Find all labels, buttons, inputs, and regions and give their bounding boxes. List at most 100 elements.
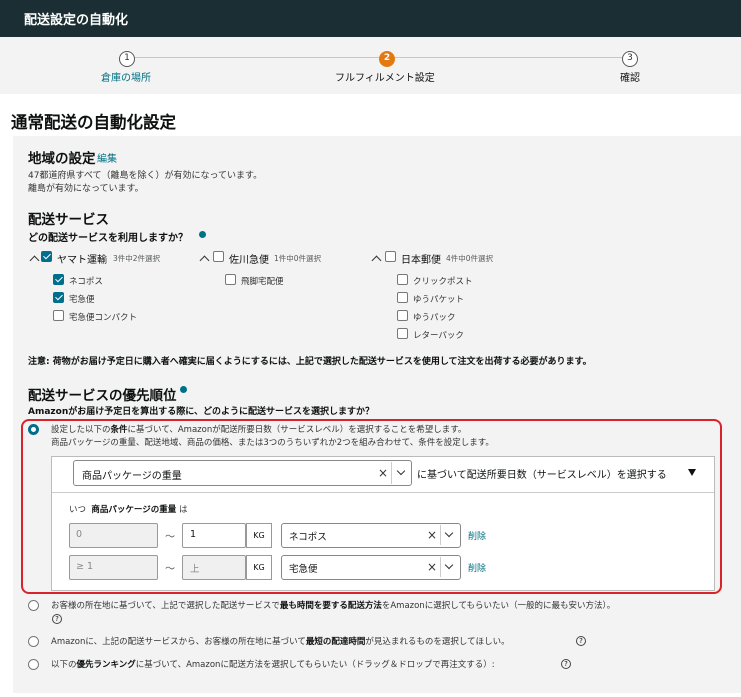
option-condition-text-a: 設定した以下の	[51, 425, 111, 435]
tilde: ～	[165, 564, 175, 575]
when-c: は	[178, 505, 188, 515]
delete-link[interactable]: 削除	[468, 529, 486, 542]
option-condition-subtext: 商品パッケージの重量、配送地域、商品の価格、または3つのうちいずれか2つを組み合…	[51, 438, 494, 448]
opt4-c: に基づいて、Amazonに配送方法を選択してもらいたい（ドラッグ＆ドロップで再注…	[135, 660, 495, 670]
region-line-2: 離島が有効になっています。	[28, 184, 144, 194]
opt3-c: が見込まれるものを選択してほしい。	[365, 637, 510, 647]
when-a: いつ	[69, 505, 87, 515]
service-nekopos-checkbox[interactable]	[53, 274, 64, 285]
opt2-a: お客様の所在地に基づいて、上記で選択した配送サービスで	[51, 601, 280, 611]
option-slowest-radio[interactable]	[28, 600, 39, 611]
carrier-sagawa-name: 佐川急便	[229, 255, 269, 266]
service-letterpack-label: レターパック	[413, 331, 464, 341]
weight-to-value: 1	[190, 529, 197, 540]
when-b: 商品パッケージの重量	[91, 505, 177, 515]
carrier-yamato-checkbox[interactable]	[41, 251, 52, 262]
step-3-circle: 3	[622, 51, 638, 67]
service-clickpost-label: クリックポスト	[413, 277, 473, 287]
opt3-a: Amazonに、上記の配送サービスから、お客様の所在地に基づいて	[51, 637, 306, 647]
priority-title: 配送サービスの優先順位	[28, 388, 177, 404]
step-1-label[interactable]: 倉庫の場所	[101, 69, 151, 84]
service-takkyubin-label: 宅急便	[69, 295, 95, 305]
select-divider	[440, 557, 441, 577]
opt3-b: 最短の配達時間	[305, 637, 366, 647]
option-condition-text-b: 条件	[110, 425, 128, 435]
select-divider	[440, 525, 441, 545]
unit-label: KG	[246, 555, 272, 580]
app-header: 配送設定の自動化	[0, 0, 741, 37]
carrier-sagawa-count: 1件中0件選択	[274, 254, 322, 263]
services-note: 注意: 荷物がお届け予定日に購入者へ確実に届くようにするには、上記で選択した配送…	[28, 357, 592, 367]
delete-link[interactable]: 削除	[468, 561, 486, 574]
unit-label: KG	[246, 523, 272, 548]
weight-to-input[interactable]: 上	[182, 555, 246, 580]
opt2-c: をAmazonに選択してもらいたい（一般的に最も安い方法）。	[381, 601, 616, 611]
clear-icon[interactable]: ×	[427, 560, 437, 574]
service-clickpost-checkbox[interactable]	[397, 274, 408, 285]
help-icon[interactable]: ?	[576, 636, 586, 646]
page-title: 通常配送の自動化設定	[11, 113, 176, 132]
carrier-japanpost-count: 4件中0件選択	[446, 254, 494, 263]
opt2-b: 最も時間を要する配送方法	[279, 601, 382, 611]
carrier-yamato-name: ヤマト運輸	[57, 255, 107, 266]
region-edit-link[interactable]: 編集	[97, 150, 117, 165]
service-takkyubin-checkbox[interactable]	[53, 292, 64, 303]
help-icon[interactable]: ?	[52, 614, 62, 624]
step-2-label: フルフィルメント設定	[335, 73, 435, 84]
condition-type-value: 商品パッケージの重量	[82, 471, 182, 482]
weight-from-input[interactable]: ≥ 1	[69, 555, 158, 580]
step-2-circle: 2	[379, 51, 395, 67]
info-icon[interactable]	[199, 231, 206, 238]
service-yupack-checkbox[interactable]	[397, 310, 408, 321]
carrier-yamato-count: 3件中2件選択	[113, 254, 161, 263]
option-condition-radio[interactable]	[28, 424, 39, 435]
step-3-label: 確認	[620, 73, 640, 84]
stepper-line	[395, 57, 622, 58]
help-icon[interactable]: ?	[561, 659, 571, 669]
clear-icon[interactable]: ×	[427, 528, 437, 542]
carrier-japanpost-name: 日本郵便	[401, 255, 441, 266]
weight-from-value: 0	[76, 529, 83, 540]
clear-icon[interactable]: ×	[378, 466, 388, 480]
carrier-sagawa-checkbox[interactable]	[213, 251, 224, 262]
opt4-b: 優先ランキング	[76, 660, 136, 670]
service-hikyaku-label: 飛脚宅配便	[241, 277, 284, 287]
option-ranking-radio[interactable]	[28, 659, 39, 670]
option-ranking-text: 以下の優先ランキングに基づいて、Amazonに配送方法を選択してもらいたい（ドラ…	[51, 658, 495, 670]
unit-text: KG	[253, 531, 265, 540]
condition-type-select[interactable]: 商品パッケージの重量	[73, 460, 412, 486]
option-slowest-text: お客様の所在地に基づいて、上記で選択した配送サービスで最も時間を要する配送方法を…	[51, 599, 615, 611]
weight-from-placeholder: ≥ 1	[76, 561, 94, 572]
select-divider	[391, 462, 392, 484]
carrier-japanpost-checkbox[interactable]	[385, 251, 396, 262]
tilde: ～	[165, 532, 175, 543]
weight-to-placeholder: 上	[190, 564, 200, 575]
info-icon[interactable]	[180, 386, 187, 393]
stepper-line	[135, 57, 379, 58]
service-hikyaku-checkbox[interactable]	[225, 274, 236, 285]
option-fastest-radio[interactable]	[28, 636, 39, 647]
caret-down-icon[interactable]	[688, 469, 696, 476]
opt4-a: 以下の	[51, 660, 77, 670]
condition-when-text: いつ 商品パッケージの重量 は	[69, 503, 187, 515]
step-1-circle[interactable]: 1	[119, 51, 135, 67]
service-select-value: ネコポス	[289, 532, 327, 543]
weight-to-input[interactable]: 1	[182, 523, 246, 548]
region-title: 地域の設定	[28, 151, 96, 167]
service-compact-label: 宅急便コンパクト	[69, 313, 138, 323]
service-select-value: 宅急便	[289, 564, 318, 575]
unit-text: KG	[253, 563, 265, 572]
service-nekopos-label: ネコポス	[69, 277, 103, 287]
option-fastest-text: Amazonに、上記の配送サービスから、お客様の所在地に基づいて最短の配達時間が…	[51, 635, 510, 647]
service-yupacket-checkbox[interactable]	[397, 292, 408, 303]
header-title: 配送設定の自動化	[24, 13, 129, 28]
service-compact-checkbox[interactable]	[53, 310, 64, 321]
service-letterpack-checkbox[interactable]	[397, 328, 408, 339]
services-question: どの配送サービスを利用しますか？	[28, 233, 188, 244]
region-line-1: 47都道府県すべて（離島を除く）が有効になっています。	[28, 171, 263, 181]
option-condition-text-c: に基づいて、Amazonが配送所要日数（サービスレベル）を選択することを希望しま…	[127, 425, 467, 435]
weight-from-input[interactable]: 0	[69, 523, 158, 548]
option-condition-text: 設定した以下の条件に基づいて、Amazonが配送所要日数（サービスレベル）を選択…	[51, 423, 466, 435]
services-title: 配送サービス	[28, 212, 109, 228]
condition-suffix: に基づいて配送所要日数（サービスレベル）を選択する	[417, 470, 667, 481]
